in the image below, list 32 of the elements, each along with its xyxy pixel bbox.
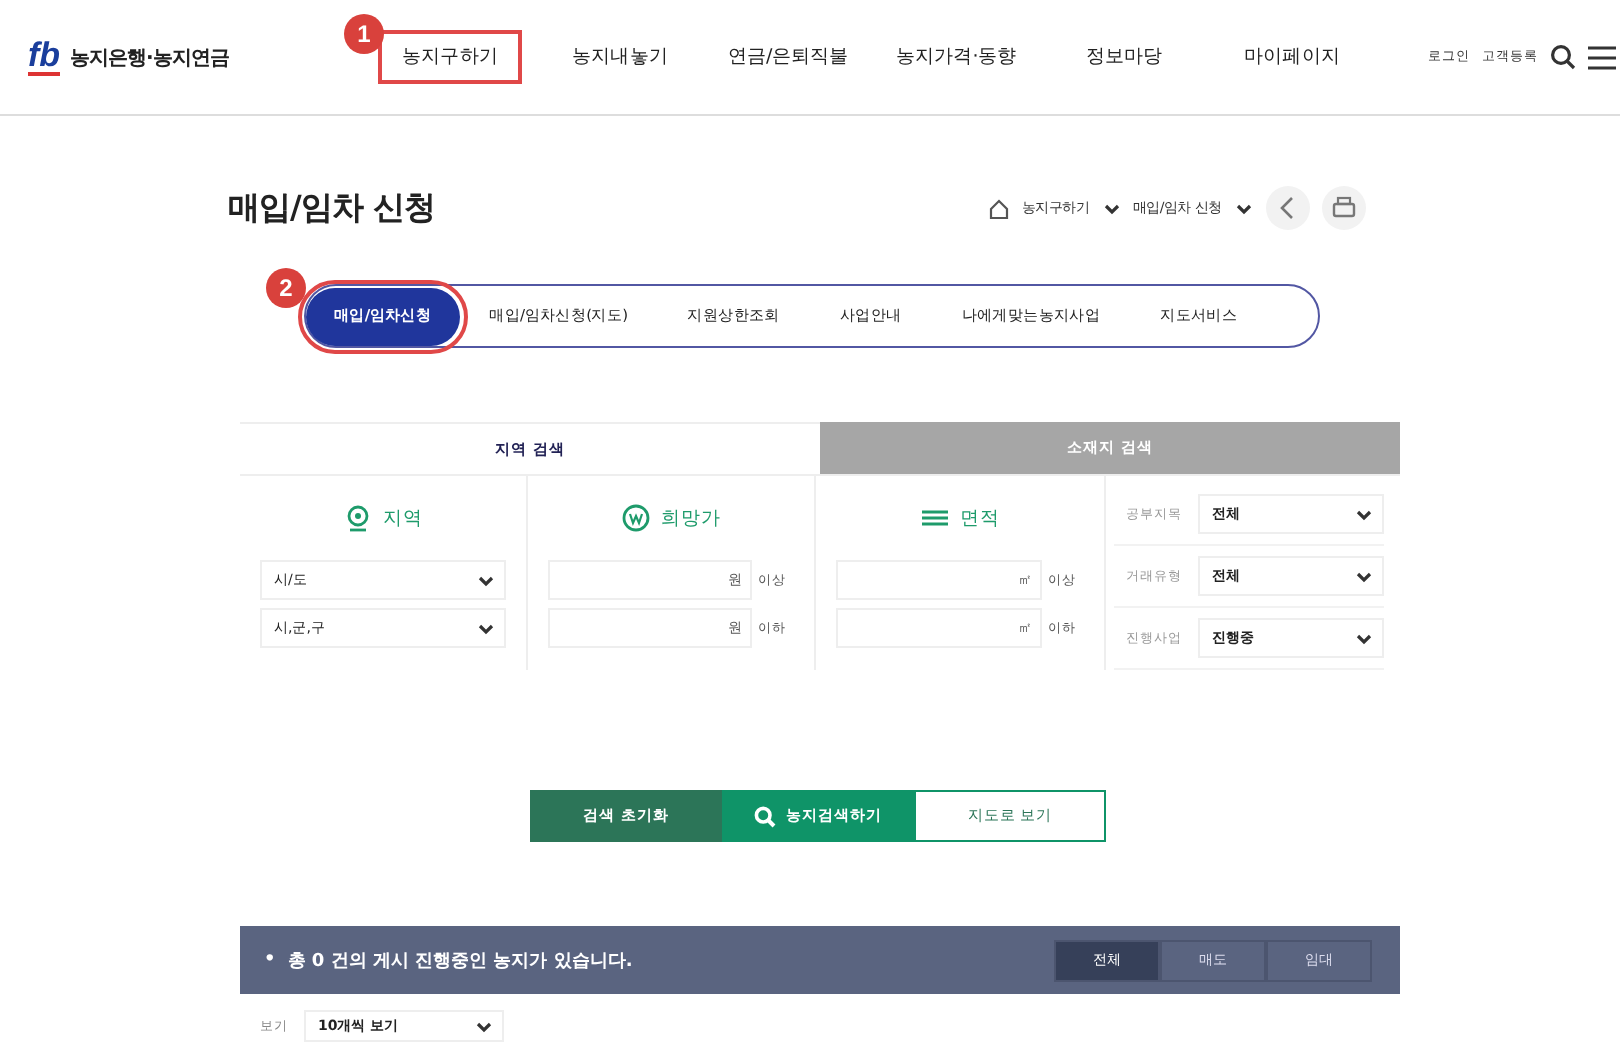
- nav-link[interactable]: 마이페이지: [1227, 32, 1356, 82]
- caret-icon: [1354, 505, 1374, 523]
- search-icon: [754, 805, 776, 827]
- search-icon: [1550, 44, 1576, 70]
- caret-icon: [476, 571, 496, 589]
- caret-icon: [1354, 567, 1374, 585]
- home-icon: [988, 197, 1010, 219]
- caret-icon: [1233, 199, 1254, 217]
- filter-title: 면적: [960, 505, 1000, 531]
- step-badge: 2: [266, 267, 306, 307]
- bullet: •: [264, 950, 276, 970]
- result-message: 총 0 건의 게시 진행중인 농지가 있습니다.: [287, 949, 633, 973]
- page-title: 매입/임차 신청: [228, 187, 437, 229]
- filter-title: 지역: [383, 505, 423, 531]
- menu-icon: [1588, 45, 1616, 69]
- bars-icon: [920, 504, 950, 532]
- nav-link[interactable]: 농지내놓기: [555, 32, 684, 82]
- nav-link[interactable]: 연금/은퇴직불: [711, 32, 865, 82]
- caret-icon: [474, 1017, 494, 1035]
- location-pin-icon: [343, 504, 373, 532]
- filter-title: 희망가: [661, 505, 721, 531]
- nav-link[interactable]: 농지구하기: [377, 30, 522, 84]
- won-coin-icon: [621, 504, 651, 532]
- brand-name: 농지은행·농지연금: [70, 45, 229, 71]
- caret-icon: [1101, 199, 1122, 217]
- step-badge: 1: [344, 14, 384, 54]
- caret-icon: [476, 619, 496, 637]
- caret-icon: [1354, 629, 1374, 647]
- nav-link[interactable]: 농지가격·동향: [879, 32, 1033, 82]
- nav-link[interactable]: 정보마당: [1069, 32, 1179, 82]
- print-icon: [1321, 186, 1366, 230]
- logo-mark: fb: [28, 39, 61, 75]
